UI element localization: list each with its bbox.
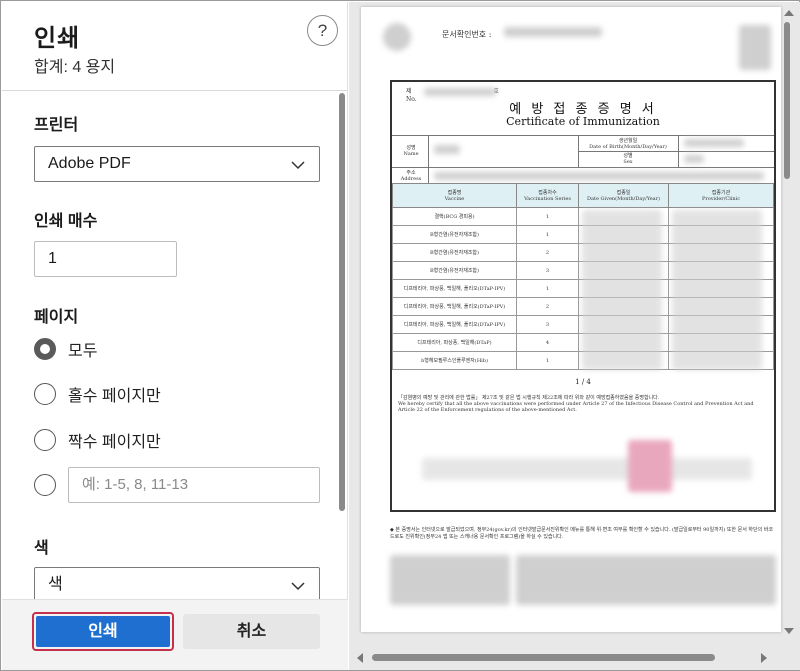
print-button-label: 인쇄: [36, 616, 170, 647]
redacted-barcode-right: [516, 555, 776, 605]
emblem-logo: [383, 23, 411, 51]
scroll-down-icon[interactable]: [784, 628, 794, 634]
series-cell: 1: [516, 279, 579, 298]
pages-option-label: 모두: [68, 343, 98, 360]
preview-vertical-scrollbar[interactable]: [780, 2, 798, 642]
pages-option-label: 홀수 페이지만: [68, 388, 161, 405]
vaccine-cell: B형간염(유전자재조합): [392, 225, 517, 244]
address-row: 주소 Address: [392, 167, 774, 184]
vaccine-cell: 결핵(BCG 경피용): [392, 207, 517, 226]
certification-statement-en: We hereby certify that all the above vac…: [398, 401, 754, 413]
page-indicator: 1 / 4: [575, 378, 591, 386]
settings-scrollbar[interactable]: [338, 91, 346, 599]
address-label: 주소 Address: [400, 170, 422, 182]
chevron-down-icon: [291, 161, 305, 170]
series-cell: 1: [516, 207, 579, 226]
series-cell: 1: [516, 225, 579, 244]
printer-select[interactable]: Adobe PDF: [34, 146, 320, 182]
printer-label: 프린터: [34, 117, 79, 134]
preview-page: 문서확인번호 : 제 호 No. 예 방 접 종 증 명 서 Certifica…: [361, 7, 781, 632]
redacted-sex: [684, 155, 704, 163]
personal-info-grid: 성명 Name 생년월일 Date of Birth(Month/Day/Year)…: [392, 135, 774, 184]
col-date: 접종일 Date Given(Month/Day/Year): [578, 183, 669, 208]
radio-icon[interactable]: [34, 429, 56, 451]
scroll-up-icon[interactable]: [784, 10, 794, 16]
redacted-doc-number: [504, 27, 602, 37]
series-cell: 4: [516, 333, 579, 352]
redacted-address: [434, 172, 764, 180]
redacted-name: [434, 145, 460, 154]
color-select[interactable]: 색: [34, 567, 320, 599]
color-label: 색: [34, 540, 49, 557]
series-cell: 3: [516, 261, 579, 280]
redacted-providers: [672, 210, 762, 370]
redacted-cert-number: [424, 88, 496, 96]
verification-note: ◆ 본 증명서는 인터넷으로 발급되었으며, 정부24(gov.kr)의 인터넷…: [390, 527, 773, 540]
radio-icon[interactable]: [34, 383, 56, 405]
doc-number-label: 문서확인번호 :: [442, 30, 492, 39]
scrollbar-thumb[interactable]: [339, 93, 345, 511]
page-range-input[interactable]: 예: 1-5, 8, 11-13: [68, 467, 320, 503]
vaccine-cell: 디프테리아, 파상풍, 백일해, 폴리오(DTaP-IPV): [392, 315, 517, 334]
settings-scroll-area: 프린터 Adobe PDF 인쇄 매수 1 페이지 모두 홀수 페이지만 짝수 …: [2, 91, 348, 599]
dialog-title: 인쇄: [34, 25, 81, 52]
certificate-title-en: Certificate of Immunization: [506, 115, 660, 128]
redacted-dates: [582, 210, 662, 370]
pages-option-odd[interactable]: 홀수 페이지만: [34, 382, 161, 406]
color-select-value: 색: [48, 576, 63, 593]
name-birth-row: 성명 Name 생년월일 Date of Birth(Month/Day/Year)…: [392, 135, 774, 168]
series-cell: 3: [516, 315, 579, 334]
help-icon: ?: [317, 21, 328, 40]
printer-select-value: Adobe PDF: [48, 155, 131, 172]
cert-no-prefix: 제: [406, 88, 412, 95]
vaccine-cell: 디프테리아, 파상풍, 백일해(DTaP): [392, 333, 517, 352]
col-provider: 접종기관 Provider/Clinic: [668, 183, 774, 208]
chevron-down-icon: [291, 582, 305, 591]
radio-selected-icon[interactable]: [34, 338, 56, 360]
series-cell: 2: [516, 297, 579, 316]
col-series: 접종차수 Vaccination Series: [516, 183, 579, 208]
print-dialog: 인쇄 합계: 4 용지 ? 프린터 Adobe PDF 인쇄 매수 1 페이지 …: [0, 0, 800, 671]
dialog-footer: 인쇄 취소: [2, 599, 348, 670]
col-vaccine: 접종명 Vaccine: [392, 183, 517, 208]
vaccine-cell: B형간염(유전자재조합): [392, 243, 517, 262]
sex-label: 성별 Sex: [623, 153, 633, 165]
pages-option-custom[interactable]: [34, 473, 56, 497]
preview-horizontal-scrollbar[interactable]: [349, 650, 780, 666]
settings-panel: 인쇄 합계: 4 용지 ? 프린터 Adobe PDF 인쇄 매수 1 페이지 …: [2, 2, 348, 670]
copies-input[interactable]: 1: [34, 241, 177, 277]
redacted-barcode-left: [390, 555, 510, 605]
pages-option-all[interactable]: 모두: [34, 337, 97, 361]
birth-label: 생년월일 Date of Birth(Month/Day/Year): [589, 138, 667, 150]
print-preview: 문서확인번호 : 제 호 No. 예 방 접 종 증 명 서 Certifica…: [349, 2, 800, 670]
redacted-issuer: [422, 458, 752, 480]
help-button[interactable]: ?: [307, 15, 338, 46]
vaccine-cell: 디프테리아, 파상풍, 백일해, 폴리오(DTaP-IPV): [392, 279, 517, 298]
certification-statement: 「감염병의 예방 및 관리에 관한 법률」 제27조 및 같은 법 시행규칙 제…: [398, 395, 770, 413]
vaccine-cell: 디프테리아, 파상풍, 백일해, 폴리오(DTaP-IPV): [392, 297, 517, 316]
redacted-birth: [684, 139, 744, 147]
print-button[interactable]: 인쇄: [32, 612, 174, 651]
copies-label: 인쇄 매수: [34, 213, 98, 230]
series-cell: 1: [516, 351, 579, 370]
redacted-qr-code: [739, 25, 771, 70]
scroll-left-icon[interactable]: [357, 653, 363, 663]
name-label: 성명 Name: [403, 145, 419, 157]
scrollbar-thumb[interactable]: [784, 22, 790, 179]
radio-icon[interactable]: [34, 474, 56, 496]
cancel-button[interactable]: 취소: [183, 614, 320, 649]
official-seal: [628, 440, 672, 492]
pages-option-label: 짝수 페이지만: [68, 434, 161, 451]
vaccine-cell: b형헤모필루스인플루엔자(Hib): [392, 351, 517, 370]
sheet-count: 합계: 4 용지: [34, 59, 116, 76]
certificate-frame: 제 호 No. 예 방 접 종 증 명 서 Certificate of Imm…: [390, 80, 776, 512]
series-cell: 2: [516, 243, 579, 262]
pages-label: 페이지: [34, 309, 79, 326]
scroll-right-icon[interactable]: [761, 653, 767, 663]
vaccine-cell: B형간염(유전자재조합): [392, 261, 517, 280]
scrollbar-thumb[interactable]: [372, 654, 715, 661]
pages-option-even[interactable]: 짝수 페이지만: [34, 428, 161, 452]
